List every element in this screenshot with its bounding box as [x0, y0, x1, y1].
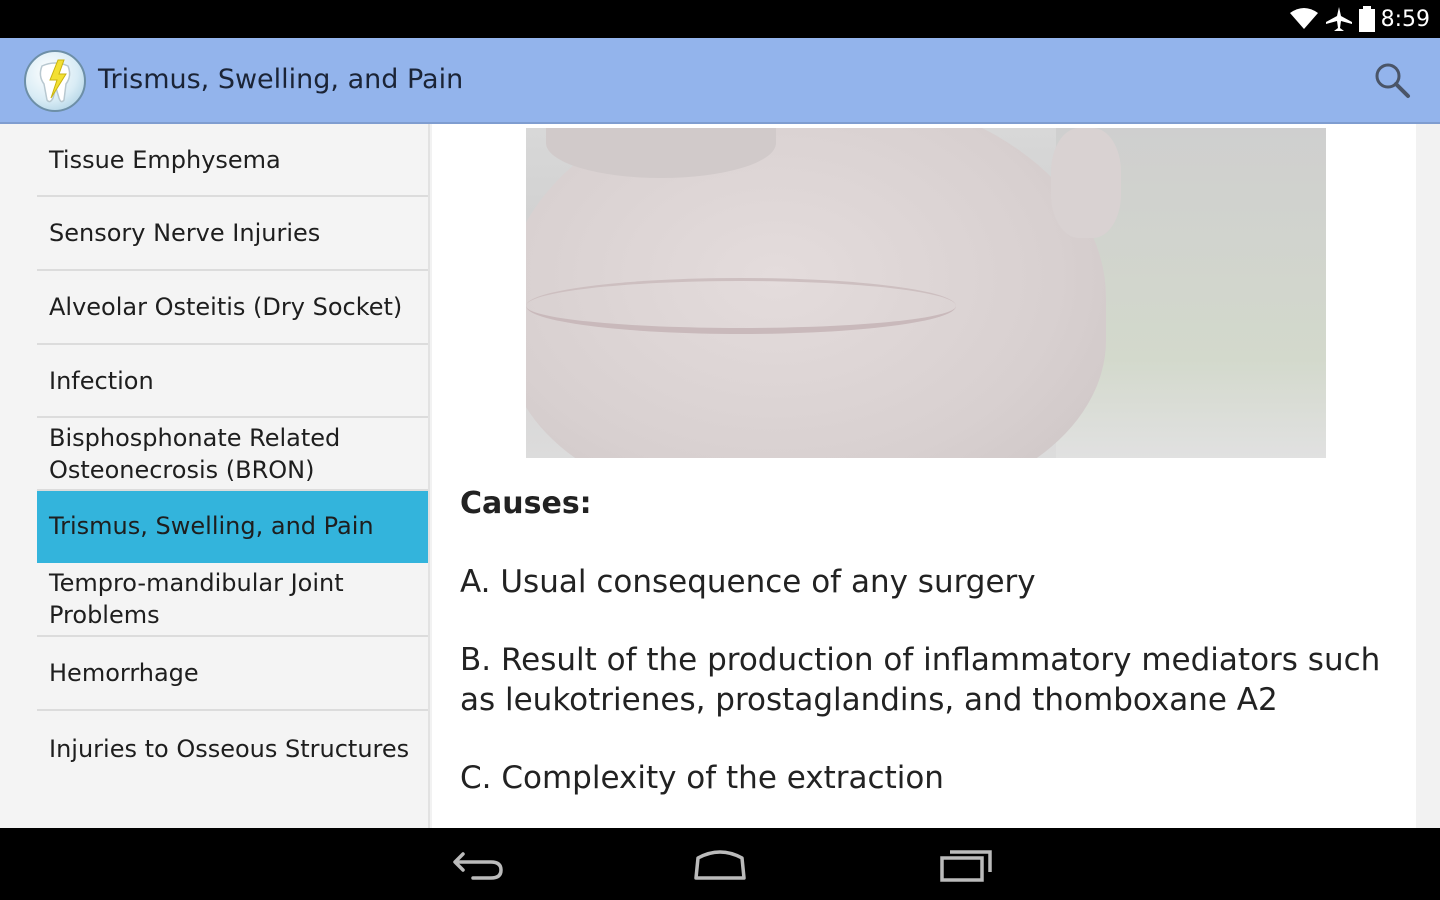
list-item-alveolar-osteitis[interactable]: Alveolar Osteitis (Dry Socket) — [37, 271, 428, 345]
list-item-tissue-emphysema[interactable]: Tissue Emphysema — [37, 124, 428, 197]
back-icon — [453, 852, 503, 880]
cause-item: C. Complexity of the extraction — [460, 760, 944, 796]
navigation-bar — [0, 828, 1440, 900]
recents-icon — [940, 850, 992, 882]
list-item-label: Hemorrhage — [49, 659, 199, 687]
list-item-osseous-injuries[interactable]: Injuries to Osseous Structures — [37, 711, 428, 787]
causes-heading: Causes: — [460, 486, 592, 521]
cause-item: B. Result of the production of inflammat… — [460, 642, 1381, 718]
recents-button[interactable] — [930, 842, 1000, 886]
search-button[interactable] — [1372, 60, 1412, 100]
page-title: Trismus, Swelling, and Pain — [98, 64, 464, 95]
list-item-label: Trismus, Swelling, and Pain — [49, 512, 374, 540]
main-content: Tissue Emphysema Sensory Nerve Injuries … — [0, 124, 1440, 828]
home-icon — [694, 850, 746, 880]
detail-pane[interactable]: Causes: A. Usual consequence of any surg… — [432, 124, 1416, 828]
list-item-sensory-nerve-injuries[interactable]: Sensory Nerve Injuries — [37, 197, 428, 271]
list-item-label: Injuries to Osseous Structures — [49, 735, 410, 763]
battery-icon — [1358, 6, 1375, 32]
list-item-tmj-problems[interactable]: Tempro-mandibular Joint Problems — [37, 563, 428, 637]
wifi-icon — [1289, 8, 1318, 29]
airplane-icon — [1325, 7, 1352, 31]
status-time: 8:59 — [1380, 6, 1430, 32]
list-item-label: Tissue Emphysema — [49, 145, 281, 174]
list-item-hemorrhage[interactable]: Hemorrhage — [37, 637, 428, 711]
action-bar: Trismus, Swelling, and Pain — [0, 38, 1440, 124]
list-item-trismus-selected[interactable]: Trismus, Swelling, and Pain — [37, 491, 428, 563]
status-icons: 8:59 — [1289, 5, 1430, 33]
list-item-infection[interactable]: Infection — [37, 345, 428, 418]
cause-item: A. Usual consequence of any surgery — [460, 564, 1036, 600]
status-bar: 8:59 — [0, 0, 1440, 38]
clinical-photo — [526, 128, 1326, 458]
list-item-label: Tempro-mandibular Joint Problems — [49, 569, 344, 629]
list-item-label: Infection — [49, 366, 154, 395]
search-icon — [1375, 63, 1410, 98]
back-button[interactable] — [443, 842, 513, 886]
list-item-label: Alveolar Osteitis (Dry Socket) — [49, 293, 403, 321]
home-button[interactable] — [685, 842, 755, 886]
list-item-bron[interactable]: Bisphosphonate Related Osteonecrosis (BR… — [37, 418, 428, 491]
sidebar-list[interactable]: Tissue Emphysema Sensory Nerve Injuries … — [0, 124, 430, 828]
list-item-label: Sensory Nerve Injuries — [49, 219, 321, 247]
tooth-logo-icon[interactable] — [24, 50, 86, 112]
detail-text: Causes: A. Usual consequence of any surg… — [460, 484, 1400, 828]
list-item-label: Bisphosphonate Related Osteonecrosis (BR… — [49, 423, 341, 484]
